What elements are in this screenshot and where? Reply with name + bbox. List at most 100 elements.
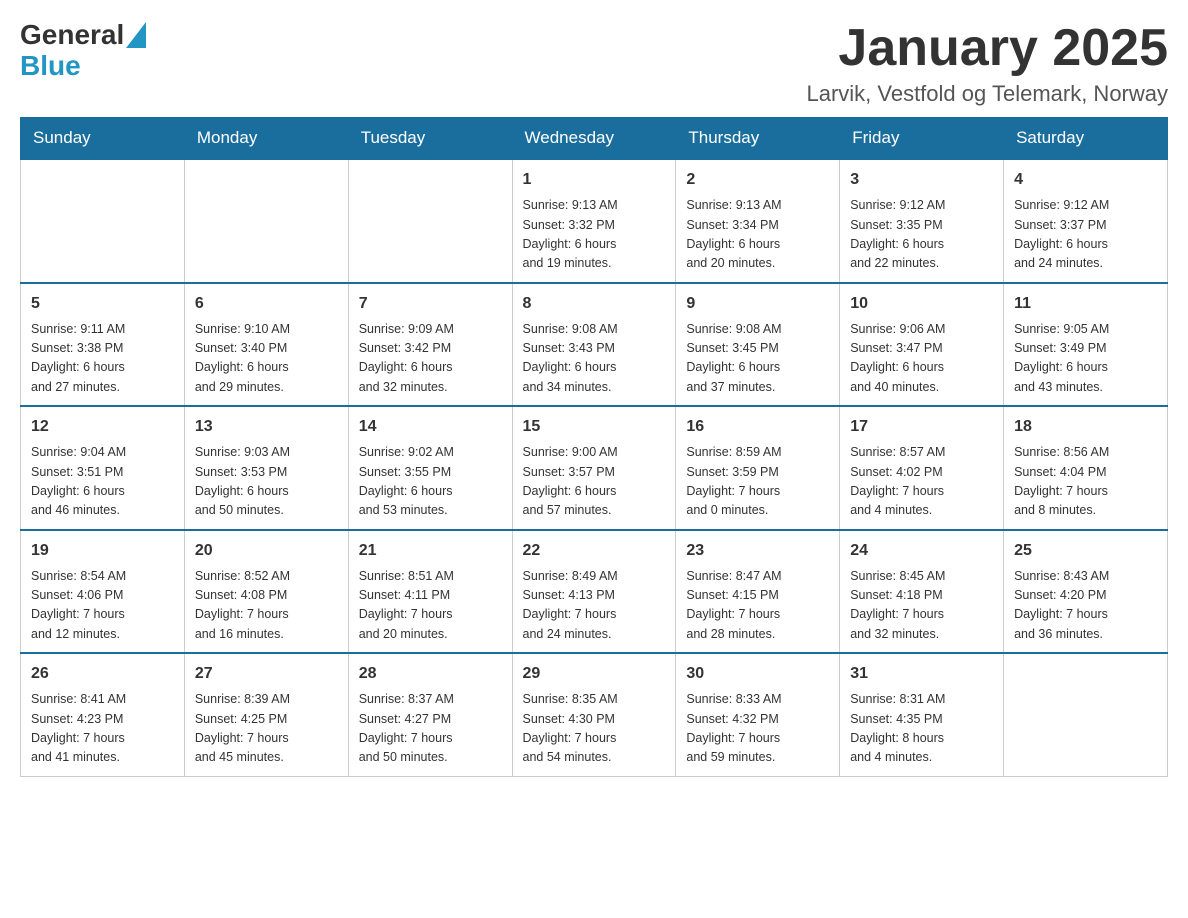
day-number: 8	[523, 292, 666, 316]
calendar-cell: 25 Sunrise: 8:43 AM Sunset: 4:20 PM Dayli…	[1004, 530, 1168, 654]
day-info: Sunrise: 9:08 AM Sunset: 3:43 PM Dayligh…	[523, 320, 666, 398]
day-info: Sunrise: 9:09 AM Sunset: 3:42 PM Dayligh…	[359, 320, 502, 398]
calendar-cell: 22 Sunrise: 8:49 AM Sunset: 4:13 PM Dayli…	[512, 530, 676, 654]
day-info: Sunrise: 8:47 AM Sunset: 4:15 PM Dayligh…	[686, 567, 829, 645]
day-info: Sunrise: 8:56 AM Sunset: 4:04 PM Dayligh…	[1014, 443, 1157, 521]
day-number: 24	[850, 539, 993, 563]
calendar-cell: 16Sunrise: 8:59 AM Sunset: 3:59 PM Dayli…	[676, 406, 840, 530]
calendar-cell: 21 Sunrise: 8:51 AM Sunset: 4:11 PM Dayli…	[348, 530, 512, 654]
day-info: Sunrise: 8:49 AM Sunset: 4:13 PM Dayligh…	[523, 567, 666, 645]
header-sunday: Sunday	[21, 118, 185, 160]
day-number: 12	[31, 415, 174, 439]
day-number: 13	[195, 415, 338, 439]
calendar-cell	[348, 159, 512, 283]
day-info: Sunrise: 8:51 AM Sunset: 4:11 PM Dayligh…	[359, 567, 502, 645]
calendar-cell: 12Sunrise: 9:04 AM Sunset: 3:51 PM Dayli…	[21, 406, 185, 530]
calendar-cell: 1 Sunrise: 9:13 AM Sunset: 3:32 PM Daylig…	[512, 159, 676, 283]
week-row-4: 19Sunrise: 8:54 AM Sunset: 4:06 PM Dayli…	[21, 530, 1168, 654]
day-info: Sunrise: 8:35 AM Sunset: 4:30 PM Dayligh…	[523, 690, 666, 768]
day-number: 28	[359, 662, 502, 686]
week-row-1: 1 Sunrise: 9:13 AM Sunset: 3:32 PM Daylig…	[21, 159, 1168, 283]
day-number: 22	[523, 539, 666, 563]
week-row-3: 12Sunrise: 9:04 AM Sunset: 3:51 PM Dayli…	[21, 406, 1168, 530]
calendar-cell: 29 Sunrise: 8:35 AM Sunset: 4:30 PM Dayli…	[512, 653, 676, 776]
day-number: 6	[195, 292, 338, 316]
calendar-header-row: SundayMondayTuesdayWednesdayThursdayFrid…	[21, 118, 1168, 160]
day-number: 3	[850, 168, 993, 192]
calendar-cell: 5 Sunrise: 9:11 AM Sunset: 3:38 PM Daylig…	[21, 283, 185, 407]
day-info: Sunrise: 9:02 AM Sunset: 3:55 PM Dayligh…	[359, 443, 502, 521]
calendar-cell: 30Sunrise: 8:33 AM Sunset: 4:32 PM Dayli…	[676, 653, 840, 776]
day-info: Sunrise: 9:13 AM Sunset: 3:32 PM Dayligh…	[523, 196, 666, 274]
day-number: 30	[686, 662, 829, 686]
title-area: January 2025 Larvik, Vestfold og Telemar…	[806, 20, 1168, 107]
day-info: Sunrise: 9:08 AM Sunset: 3:45 PM Dayligh…	[686, 320, 829, 398]
calendar-cell: 15Sunrise: 9:00 AM Sunset: 3:57 PM Dayli…	[512, 406, 676, 530]
calendar-cell: 31Sunrise: 8:31 AM Sunset: 4:35 PM Dayli…	[840, 653, 1004, 776]
month-title: January 2025	[806, 20, 1168, 77]
day-info: Sunrise: 8:59 AM Sunset: 3:59 PM Dayligh…	[686, 443, 829, 521]
calendar-cell: 20 Sunrise: 8:52 AM Sunset: 4:08 PM Dayli…	[184, 530, 348, 654]
header-wednesday: Wednesday	[512, 118, 676, 160]
calendar-cell: 9 Sunrise: 9:08 AM Sunset: 3:45 PM Daylig…	[676, 283, 840, 407]
calendar-cell	[184, 159, 348, 283]
day-info: Sunrise: 9:06 AM Sunset: 3:47 PM Dayligh…	[850, 320, 993, 398]
day-number: 1	[523, 168, 666, 192]
day-info: Sunrise: 9:13 AM Sunset: 3:34 PM Dayligh…	[686, 196, 829, 274]
day-number: 7	[359, 292, 502, 316]
calendar-cell: 19Sunrise: 8:54 AM Sunset: 4:06 PM Dayli…	[21, 530, 185, 654]
page-header: General Blue January 2025 Larvik, Vestfo…	[20, 20, 1168, 107]
calendar-cell: 23Sunrise: 8:47 AM Sunset: 4:15 PM Dayli…	[676, 530, 840, 654]
day-number: 21	[359, 539, 502, 563]
calendar-cell: 17Sunrise: 8:57 AM Sunset: 4:02 PM Dayli…	[840, 406, 1004, 530]
day-number: 26	[31, 662, 174, 686]
day-number: 19	[31, 539, 174, 563]
logo-triangle-icon	[126, 22, 146, 48]
location-title: Larvik, Vestfold og Telemark, Norway	[806, 81, 1168, 107]
day-info: Sunrise: 9:11 AM Sunset: 3:38 PM Dayligh…	[31, 320, 174, 398]
day-info: Sunrise: 8:43 AM Sunset: 4:20 PM Dayligh…	[1014, 567, 1157, 645]
day-info: Sunrise: 8:39 AM Sunset: 4:25 PM Dayligh…	[195, 690, 338, 768]
calendar-cell: 26 Sunrise: 8:41 AM Sunset: 4:23 PM Dayli…	[21, 653, 185, 776]
day-info: Sunrise: 8:45 AM Sunset: 4:18 PM Dayligh…	[850, 567, 993, 645]
week-row-5: 26 Sunrise: 8:41 AM Sunset: 4:23 PM Dayli…	[21, 653, 1168, 776]
week-row-2: 5 Sunrise: 9:11 AM Sunset: 3:38 PM Daylig…	[21, 283, 1168, 407]
calendar-cell: 24 Sunrise: 8:45 AM Sunset: 4:18 PM Dayli…	[840, 530, 1004, 654]
header-tuesday: Tuesday	[348, 118, 512, 160]
day-number: 17	[850, 415, 993, 439]
day-number: 20	[195, 539, 338, 563]
day-info: Sunrise: 8:52 AM Sunset: 4:08 PM Dayligh…	[195, 567, 338, 645]
day-info: Sunrise: 9:10 AM Sunset: 3:40 PM Dayligh…	[195, 320, 338, 398]
day-number: 27	[195, 662, 338, 686]
calendar-cell: 2 Sunrise: 9:13 AM Sunset: 3:34 PM Daylig…	[676, 159, 840, 283]
day-number: 10	[850, 292, 993, 316]
calendar-cell: 10 Sunrise: 9:06 AM Sunset: 3:47 PM Dayli…	[840, 283, 1004, 407]
day-number: 5	[31, 292, 174, 316]
day-number: 4	[1014, 168, 1157, 192]
day-info: Sunrise: 9:03 AM Sunset: 3:53 PM Dayligh…	[195, 443, 338, 521]
day-info: Sunrise: 9:12 AM Sunset: 3:37 PM Dayligh…	[1014, 196, 1157, 274]
calendar-cell: 6 Sunrise: 9:10 AM Sunset: 3:40 PM Daylig…	[184, 283, 348, 407]
day-number: 14	[359, 415, 502, 439]
day-info: Sunrise: 9:00 AM Sunset: 3:57 PM Dayligh…	[523, 443, 666, 521]
day-number: 9	[686, 292, 829, 316]
calendar-cell: 8 Sunrise: 9:08 AM Sunset: 3:43 PM Daylig…	[512, 283, 676, 407]
calendar-cell: 14 Sunrise: 9:02 AM Sunset: 3:55 PM Dayli…	[348, 406, 512, 530]
day-info: Sunrise: 8:41 AM Sunset: 4:23 PM Dayligh…	[31, 690, 174, 768]
header-friday: Friday	[840, 118, 1004, 160]
day-number: 31	[850, 662, 993, 686]
day-number: 2	[686, 168, 829, 192]
calendar-cell	[21, 159, 185, 283]
calendar-cell	[1004, 653, 1168, 776]
calendar-cell: 7 Sunrise: 9:09 AM Sunset: 3:42 PM Daylig…	[348, 283, 512, 407]
day-info: Sunrise: 8:37 AM Sunset: 4:27 PM Dayligh…	[359, 690, 502, 768]
day-number: 18	[1014, 415, 1157, 439]
calendar-cell: 18 Sunrise: 8:56 AM Sunset: 4:04 PM Dayli…	[1004, 406, 1168, 530]
header-thursday: Thursday	[676, 118, 840, 160]
day-number: 25	[1014, 539, 1157, 563]
calendar-cell: 3 Sunrise: 9:12 AM Sunset: 3:35 PM Daylig…	[840, 159, 1004, 283]
calendar-table: SundayMondayTuesdayWednesdayThursdayFrid…	[20, 117, 1168, 777]
day-number: 29	[523, 662, 666, 686]
header-monday: Monday	[184, 118, 348, 160]
day-info: Sunrise: 9:12 AM Sunset: 3:35 PM Dayligh…	[850, 196, 993, 274]
